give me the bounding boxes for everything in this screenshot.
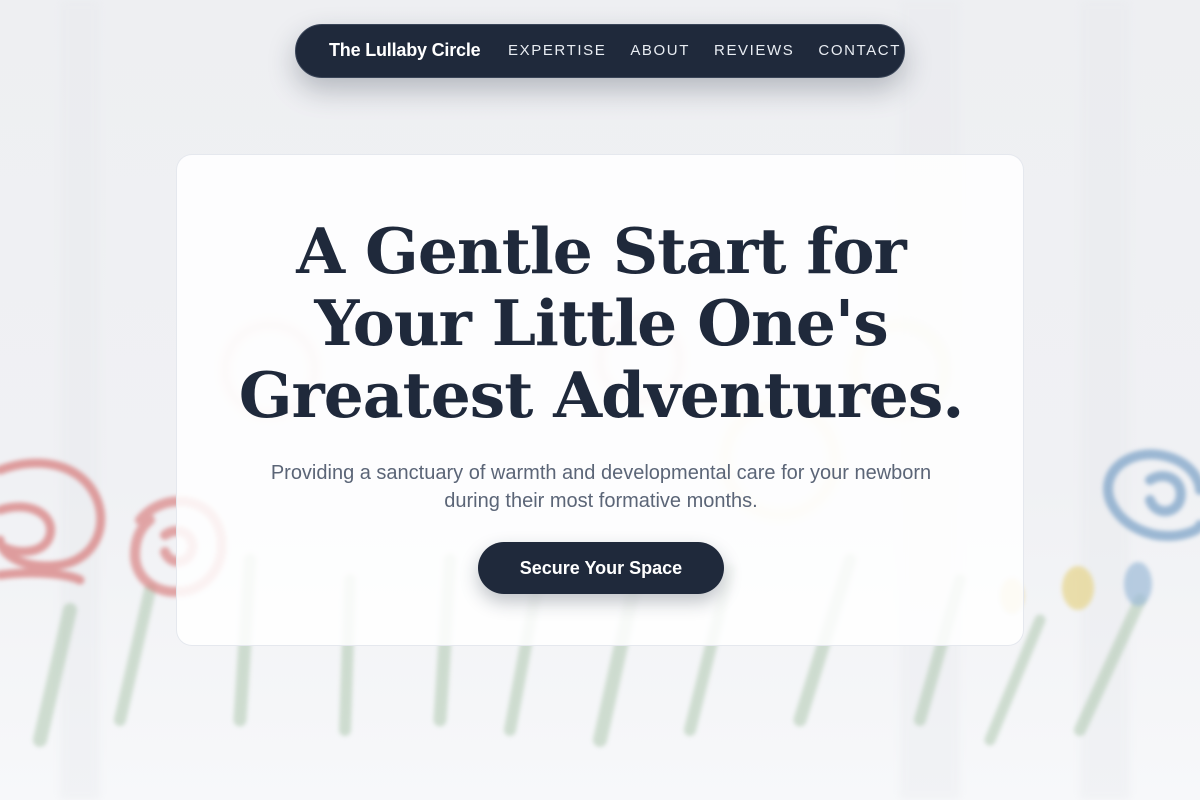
subtext-line: during their most formative months. xyxy=(444,490,758,512)
nav-link-contact[interactable]: CONTACT xyxy=(818,42,901,59)
top-navigation-bar: The Lullaby Circle EXPERTISE ABOUT REVIE… xyxy=(295,24,905,78)
nav-link-about[interactable]: ABOUT xyxy=(630,42,690,59)
nav-link-expertise[interactable]: EXPERTISE xyxy=(508,42,606,59)
hero-card: A Gentle Start for Your Little One's Gre… xyxy=(176,154,1024,646)
headline-line: Greatest Adventures. xyxy=(238,358,965,432)
hero-headline: A Gentle Start for Your Little One's Gre… xyxy=(217,215,985,431)
secure-your-space-button[interactable]: Secure Your Space xyxy=(478,542,724,594)
subtext-line: Providing a sanctuary of warmth and deve… xyxy=(270,462,932,484)
nav-links: EXPERTISE ABOUT REVIEWS CONTACT xyxy=(508,42,901,59)
hero-subtext: Providing a sanctuary of warmth and deve… xyxy=(241,459,961,515)
nav-link-reviews[interactable]: REVIEWS xyxy=(714,42,794,59)
headline-line: Your Little One's xyxy=(314,286,888,360)
headline-line: A Gentle Start for xyxy=(296,214,907,288)
brand-logo-text[interactable]: The Lullaby Circle xyxy=(329,40,481,61)
